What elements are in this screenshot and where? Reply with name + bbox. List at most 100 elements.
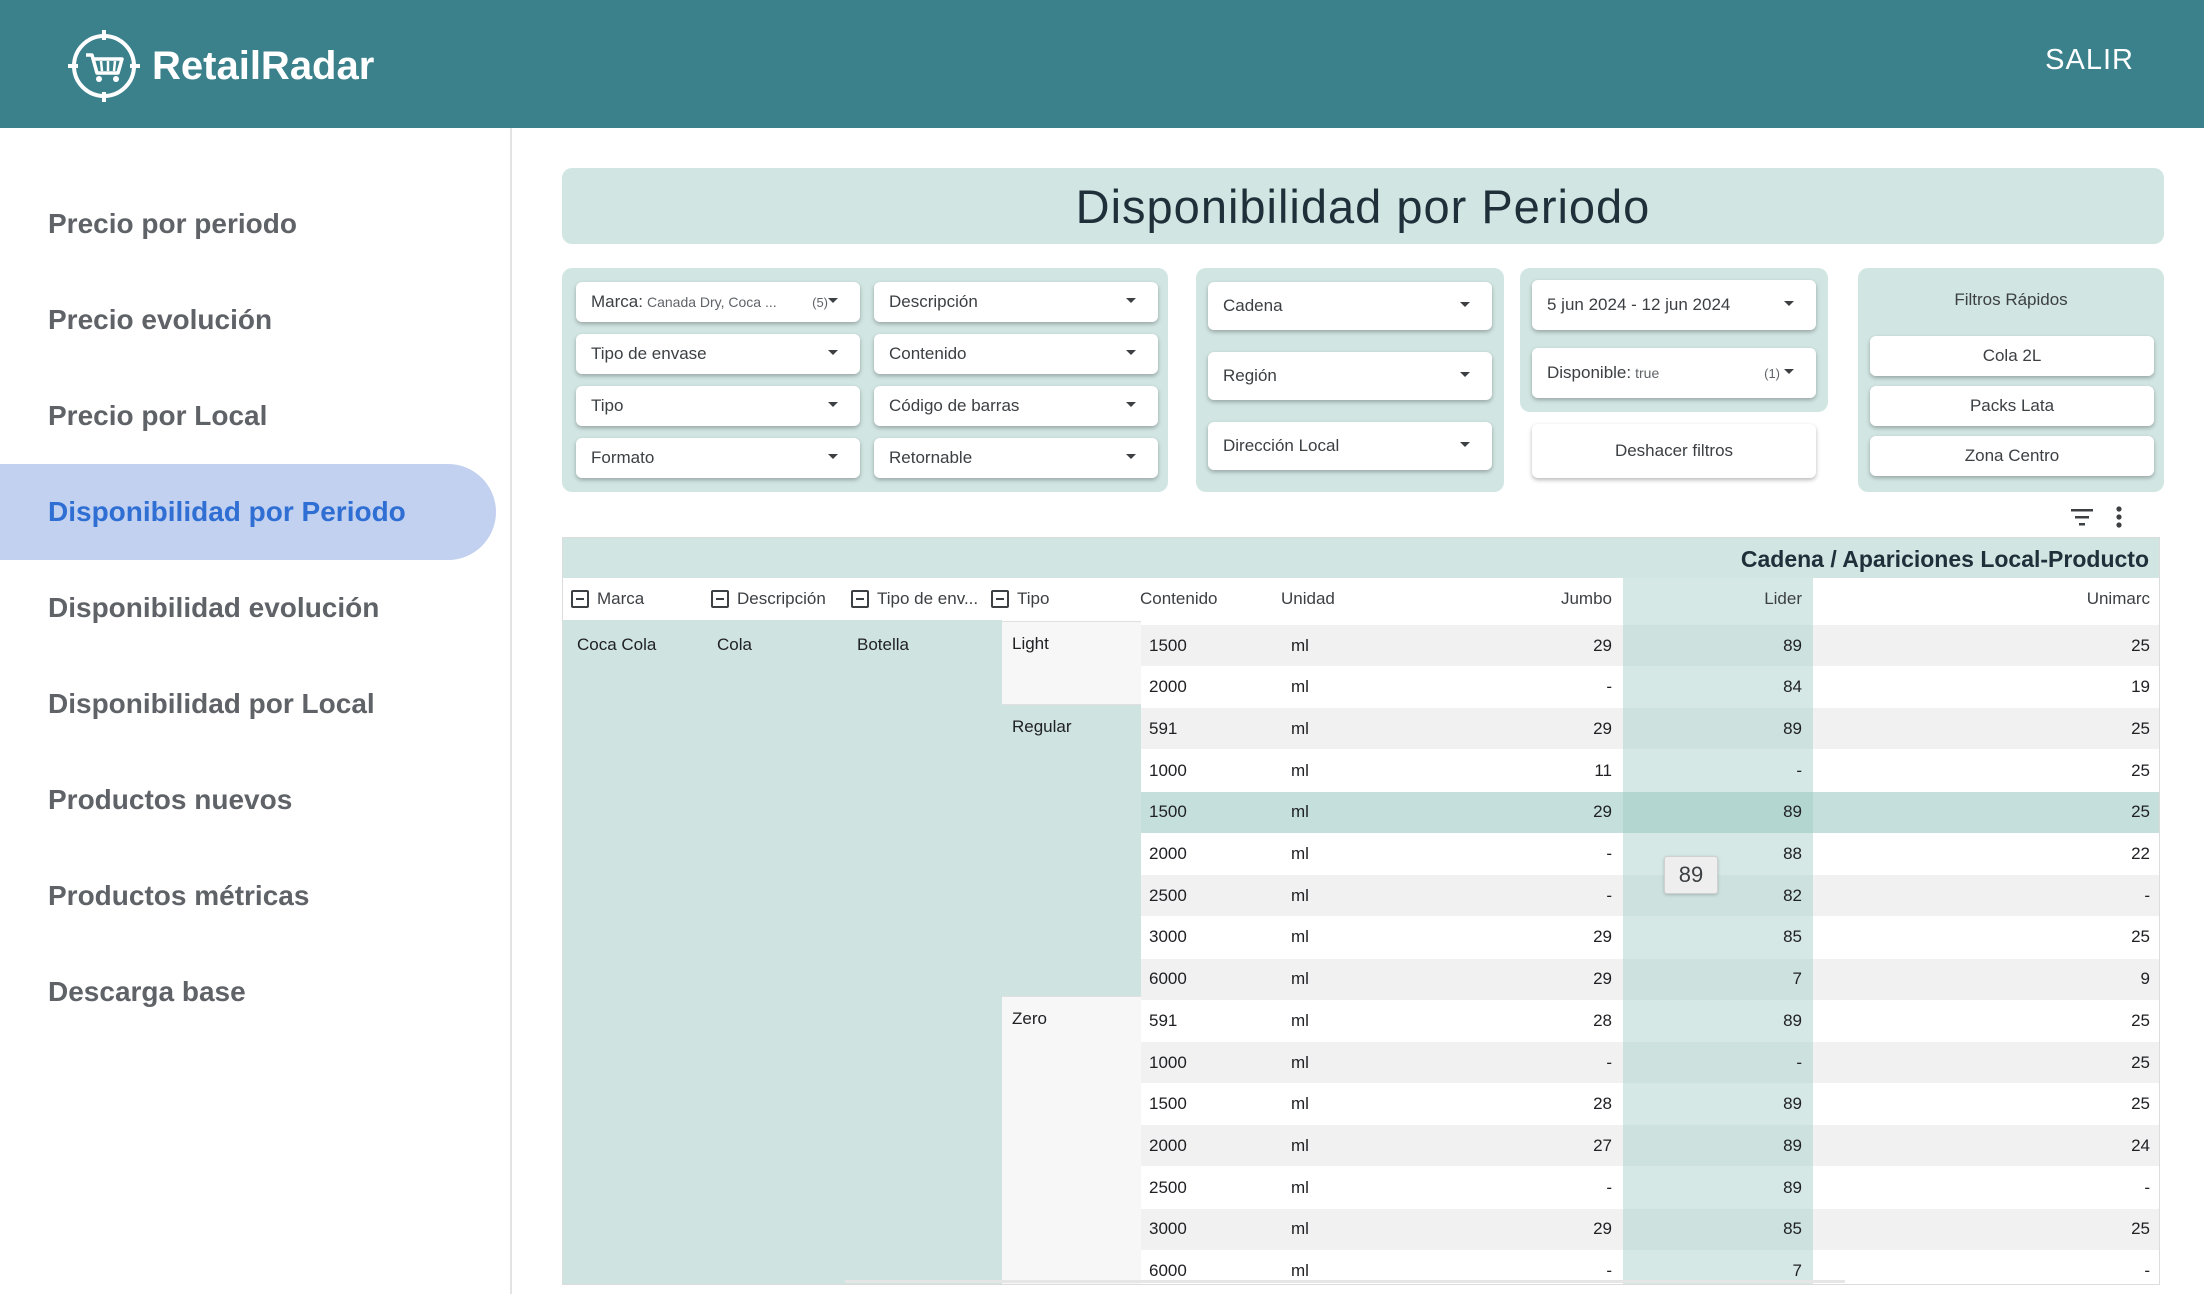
lider-cell: 89 (1783, 635, 1802, 655)
lider-cell: 82 (1783, 885, 1802, 905)
more-vert-icon[interactable] (2115, 505, 2123, 529)
direccion-local-dropdown[interactable]: Dirección Local (1208, 422, 1492, 470)
tipo-envase-dropdown[interactable]: Tipo de envase (576, 334, 860, 374)
collapse-icon[interactable] (991, 590, 1009, 608)
header-jumbo[interactable]: Jumbo (1363, 578, 1612, 620)
sidebar-item-disponibilidad-por-periodo[interactable]: Disponibilidad por Periodo (0, 464, 496, 560)
contenido-dropdown[interactable]: Contenido (874, 334, 1158, 374)
chevron-down-icon (1784, 369, 1794, 374)
header-marca[interactable]: Marca (571, 578, 711, 620)
jumbo-cell: - (1606, 1177, 1612, 1197)
header-lider[interactable]: Lider (1623, 578, 1802, 620)
lider-cell: 89 (1783, 718, 1802, 738)
sidebar-item-productos-metricas[interactable]: Productos métricas (0, 848, 496, 944)
region-label: Región (1223, 366, 1277, 385)
header-contenido[interactable]: Contenido (1140, 578, 1270, 620)
table-row[interactable]: 1500 ml 29 89 25 (563, 791, 2159, 833)
retornable-label: Retornable (889, 448, 973, 467)
header-unimarc[interactable]: Unimarc (1813, 578, 2150, 620)
retornable-dropdown[interactable]: Retornable (874, 438, 1158, 478)
codigo-barras-dropdown[interactable]: Código de barras (874, 386, 1158, 426)
logout-button[interactable]: SALIR (2045, 44, 2134, 77)
cadena-dropdown[interactable]: Cadena (1208, 282, 1492, 330)
chevron-down-icon (1126, 454, 1136, 459)
jumbo-cell: 29 (1593, 1219, 1612, 1239)
table-row[interactable]: 1000 ml - -25 (563, 1042, 2159, 1083)
table-row[interactable]: 3000 ml 29 85 25 (563, 916, 2159, 958)
descripcion-dropdown[interactable]: Descripción (874, 282, 1158, 322)
table-row[interactable]: 591 ml 28 89 25 (563, 1000, 2159, 1042)
sidebar-item-precio-evolucion[interactable]: Precio evolución (0, 272, 496, 368)
collapse-icon[interactable] (711, 590, 729, 608)
sidebar-item-precio-por-local[interactable]: Precio por Local (0, 368, 496, 464)
table-row[interactable]: 2000 ml -84 19 (563, 666, 2159, 708)
unimarc-cell: 25 (2131, 1010, 2150, 1030)
horizontal-scrollbar[interactable] (845, 1280, 1845, 1283)
top-app-bar: RetailRadar SALIR (0, 0, 2204, 128)
header-tipo[interactable]: Tipo (991, 578, 1131, 620)
region-dropdown[interactable]: Región (1208, 352, 1492, 400)
jumbo-cell: 29 (1593, 927, 1612, 947)
sidebar-item-disponibilidad-por-local[interactable]: Disponibilidad por Local (0, 656, 496, 752)
chevron-down-icon (828, 454, 838, 459)
chevron-down-icon (828, 350, 838, 355)
table-row[interactable]: 6000 ml 29 7 9 (563, 958, 2159, 1000)
jumbo-cell: - (1606, 677, 1612, 697)
chevron-down-icon (1126, 402, 1136, 407)
chevron-down-icon (828, 402, 838, 407)
unimarc-cell: 25 (2131, 802, 2150, 822)
tipo-label: Tipo (591, 396, 624, 415)
lider-cell: 89 (1783, 802, 1802, 822)
sidebar-item-productos-nuevos[interactable]: Productos nuevos (0, 752, 496, 848)
sidebar-item-descarga-base[interactable]: Descarga base (0, 944, 496, 1040)
quick-filter-zona-centro-button[interactable]: Zona Centro (1870, 436, 2154, 476)
header-tipo-label: Tipo (1017, 589, 1050, 608)
jumbo-cell: 28 (1593, 1010, 1612, 1030)
jumbo-cell: - (1606, 885, 1612, 905)
location-filters-panel: Cadena Región Dirección Local (1196, 268, 1504, 492)
app-name: RetailRadar (152, 43, 375, 88)
tipo-envase-label: Tipo de envase (591, 344, 707, 363)
date-range-picker[interactable]: 5 jun 2024 - 12 jun 2024 (1532, 280, 1816, 330)
tipo-label: Light (1012, 634, 1049, 653)
collapse-icon[interactable] (571, 590, 589, 608)
marca-dropdown[interactable]: Marca: Canada Dry, Coca ... (5) (576, 282, 860, 322)
table-row[interactable]: 2000 ml 27 89 24 (563, 1125, 2159, 1167)
value-tooltip: 89 (1664, 856, 1718, 894)
formato-dropdown[interactable]: Formato (576, 438, 860, 478)
lider-cell: 89 (1783, 1094, 1802, 1114)
header-descripcion[interactable]: Descripción (711, 578, 851, 620)
filter-icon[interactable] (2070, 507, 2094, 527)
date-range-label: 5 jun 2024 - 12 jun 2024 (1547, 295, 1731, 314)
reset-filters-button[interactable]: Deshacer filtros (1532, 424, 1816, 478)
table-row[interactable]: 2500 ml -82- (563, 875, 2159, 917)
tipo-label: Zero (1012, 1009, 1047, 1029)
table-row[interactable]: 2500 ml -89- (563, 1167, 2159, 1209)
table-row[interactable]: 591 ml 29 89 25 (563, 708, 2159, 750)
collapse-icon[interactable] (851, 590, 869, 608)
quick-filter-cola-2l-button[interactable]: Cola 2L (1870, 336, 2154, 376)
sidebar-item-precio-por-periodo[interactable]: Precio por periodo (0, 176, 496, 272)
table-row[interactable]: 2000 ml -88 22 (563, 833, 2159, 875)
disponible-dropdown[interactable]: Disponible: true (1) (1532, 348, 1816, 398)
unimarc-cell: 24 (2131, 1135, 2150, 1155)
chevron-down-icon (828, 298, 838, 303)
unimarc-cell: 25 (2131, 1219, 2150, 1239)
header-tipo-envase[interactable]: Tipo de env... (851, 578, 991, 620)
quick-filter-packs-lata-button[interactable]: Packs Lata (1870, 386, 2154, 426)
contenido-label: Contenido (889, 344, 967, 363)
contenido-cell: 1000 (1149, 1052, 1187, 1072)
unimarc-cell: - (2144, 1177, 2150, 1197)
brand[interactable]: RetailRadar (66, 28, 374, 104)
table-row[interactable]: 1500 ml 29 89 25 (563, 625, 2159, 666)
contenido-cell: 2500 (1149, 885, 1187, 905)
chevron-down-icon (1126, 350, 1136, 355)
table-row[interactable]: 3000 ml 29 85 25 (563, 1208, 2159, 1250)
unimarc-cell: 25 (2131, 1052, 2150, 1072)
table-row[interactable]: 1000 ml 11-25 (563, 750, 2159, 792)
table-row[interactable]: 1500 ml 28 89 25 (563, 1083, 2159, 1125)
formato-label: Formato (591, 448, 655, 467)
lider-cell: - (1796, 760, 1802, 780)
tipo-dropdown[interactable]: Tipo (576, 386, 860, 426)
sidebar-item-disponibilidad-evolucion[interactable]: Disponibilidad evolución (0, 560, 496, 656)
